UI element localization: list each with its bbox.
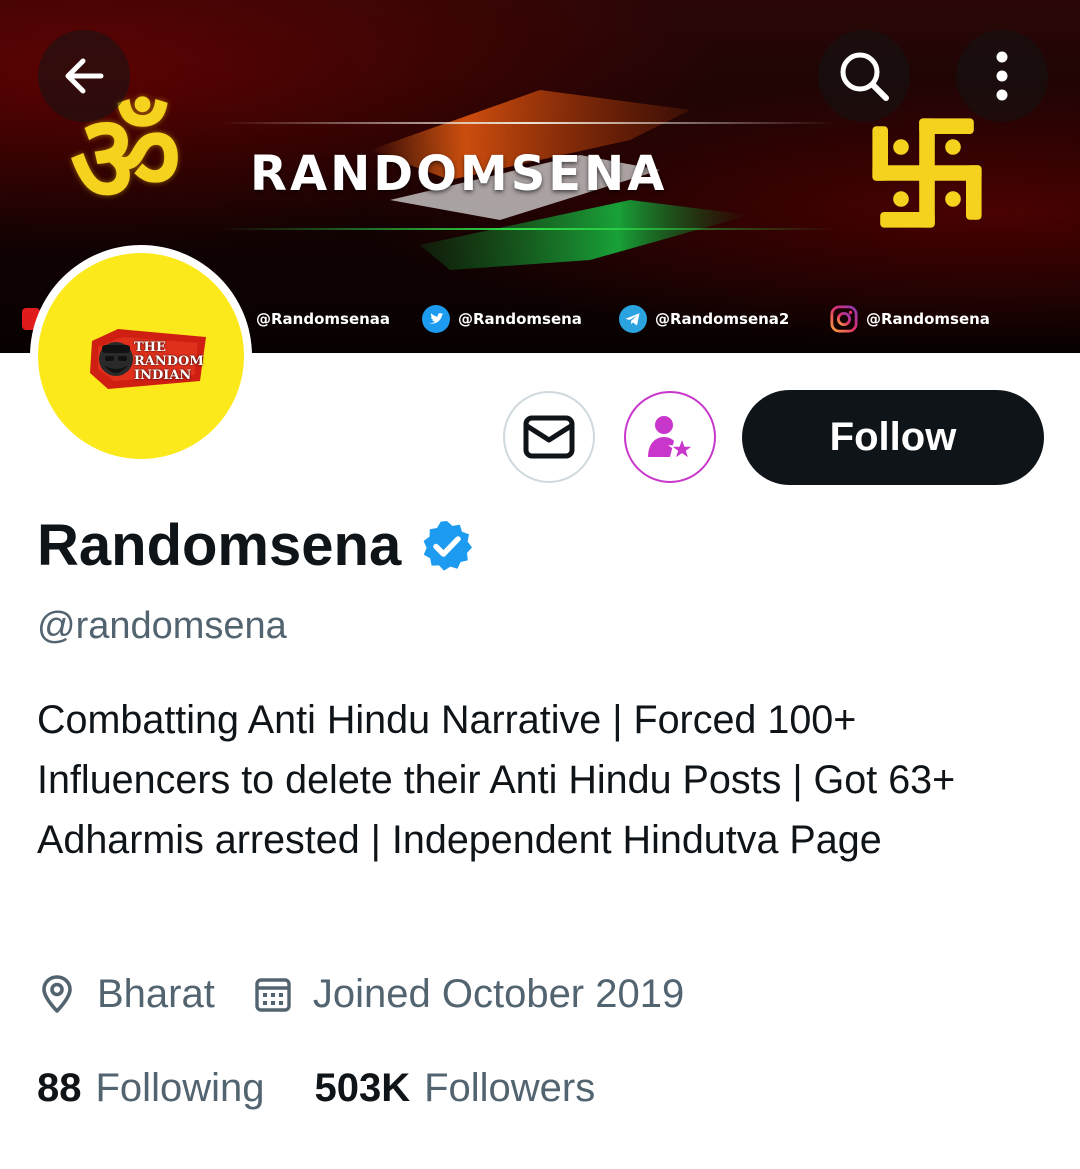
subscribe-button[interactable]: [624, 391, 716, 483]
following-label: Following: [95, 1065, 265, 1110]
joined-item: Joined October 2019: [253, 972, 684, 1017]
banner-title: RANDOMSENA: [250, 146, 668, 202]
verified-badge-icon[interactable]: [419, 518, 475, 574]
display-name: Randomsena: [37, 513, 402, 578]
profile-meta: Bharat Joined October 2019: [37, 968, 722, 1020]
social-handle-text: @Randomsenaa: [256, 310, 391, 328]
social-handle-instagram: @Randomsena: [830, 304, 990, 334]
avatar-logo-text: THE RANDOM INDIAN: [134, 341, 214, 383]
follow-button[interactable]: Follow: [742, 390, 1044, 485]
banner-divider-bottom: [220, 228, 835, 230]
calendar-icon: [255, 978, 291, 1012]
social-handle-telegram: @Randomsena2: [619, 304, 789, 334]
avatar-logo-line: THE: [134, 340, 166, 355]
profile-bio: Combatting Anti Hindu Narrative | Forced…: [37, 698, 956, 862]
followers-label: Followers: [424, 1065, 596, 1110]
social-handle-twitter: @Randomsena: [422, 304, 582, 334]
username-handle: @randomsena: [37, 605, 287, 647]
envelope-icon: [523, 415, 575, 459]
message-button[interactable]: [503, 391, 595, 483]
search-icon: [840, 52, 889, 101]
search-button[interactable]: [818, 30, 910, 122]
more-vertical-icon: [996, 51, 1008, 101]
social-handle-text: @Randomsena2: [655, 310, 790, 328]
follow-stats: 88 Following 503K Followers: [37, 1060, 645, 1116]
display-name-row: Randomsena: [37, 512, 475, 579]
subscribe-star-icon: [648, 416, 696, 461]
arrow-left-icon: [65, 58, 104, 94]
social-handle-text: @Randomsena: [458, 310, 582, 328]
banner-divider-top: [220, 122, 835, 124]
social-handle-youtube: @Randomsenaa: [256, 304, 390, 334]
instagram-icon: [830, 305, 858, 333]
telegram-icon: [619, 305, 647, 333]
followers-link[interactable]: 503K Followers: [314, 1066, 595, 1111]
joined-text: Joined October 2019: [312, 971, 685, 1016]
twitter-icon: [422, 305, 450, 333]
following-count: 88: [37, 1065, 82, 1110]
location-item: Bharat: [37, 972, 215, 1017]
following-link[interactable]: 88 Following: [37, 1066, 264, 1111]
back-button[interactable]: [38, 30, 130, 122]
location-pin-icon: [42, 975, 72, 1013]
followers-count: 503K: [314, 1065, 411, 1110]
avatar-logo-line: INDIAN: [134, 368, 192, 383]
location-text: Bharat: [97, 971, 215, 1016]
swastika-symbol: [872, 118, 982, 228]
more-options-button[interactable]: [956, 30, 1048, 122]
avatar-logo-line: RANDOM: [134, 354, 204, 369]
avatar[interactable]: THE RANDOM INDIAN: [30, 245, 252, 467]
avatar-image: THE RANDOM INDIAN: [38, 253, 244, 459]
social-handle-text: @Randomsena: [866, 310, 990, 328]
